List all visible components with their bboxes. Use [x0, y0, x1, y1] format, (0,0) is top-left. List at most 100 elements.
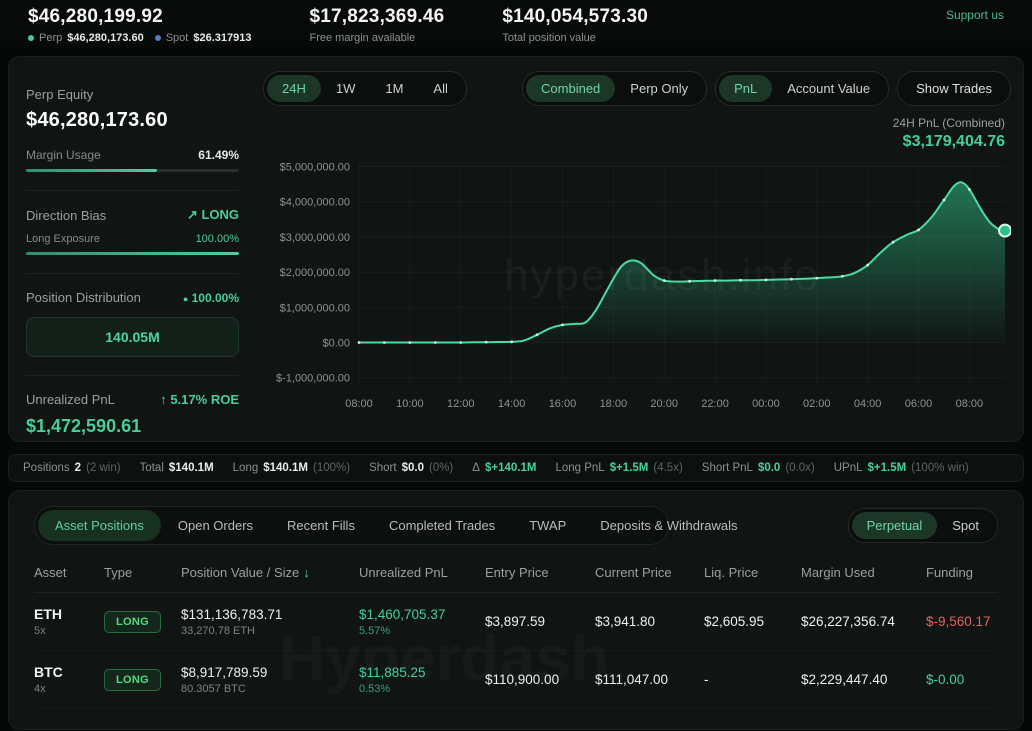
arrow-up-icon: ↑ — [160, 392, 167, 407]
summary-short-pnl: Short PnL $0.0 (0.0x) — [702, 462, 815, 474]
perp-equity-value: $46,280,173.60 — [26, 109, 239, 132]
pnl-area-chart-svg: $5,000,000.00 $4,000,000.00 $3,000,000.00 $… — [263, 153, 1011, 415]
headline-label: 24H PnL (Combined) — [263, 116, 1005, 130]
position-value: $8,917,789.59 — [181, 665, 359, 680]
svg-text:08:00: 08:00 — [345, 398, 373, 410]
pnl-chart-panel: 24H 1W 1M All Combined Perp Only PnL Acc… — [255, 57, 1025, 441]
col-unrealized-pnl[interactable]: Unrealized PnL — [359, 565, 485, 580]
svg-text:06:00: 06:00 — [905, 398, 933, 410]
svg-text:22:00: 22:00 — [701, 398, 729, 410]
col-entry-price[interactable]: Entry Price — [485, 565, 595, 580]
svg-text:$-1,000,000.00: $-1,000,000.00 — [276, 373, 350, 385]
unrealized-pnl-label: Unrealized PnL — [26, 392, 115, 407]
svg-text:14:00: 14:00 — [498, 398, 526, 410]
col-type[interactable]: Type — [104, 565, 181, 580]
long-badge: LONG — [104, 611, 161, 633]
col-position-value[interactable]: Position Value / Size↓ — [181, 565, 359, 580]
long-exposure-label: Long Exposure — [26, 233, 100, 245]
svg-text:$3,000,000.00: $3,000,000.00 — [280, 232, 350, 244]
long-exposure-value: 100.00% — [196, 233, 239, 245]
svg-text:$0.00: $0.00 — [322, 338, 350, 350]
metric-account-value-button[interactable]: Account Value — [772, 75, 885, 102]
trend-up-icon: ↗ — [187, 207, 198, 222]
row-upnl: $1,460,705.37 — [359, 607, 485, 622]
row-upnl-pct: 0.53% — [359, 683, 485, 695]
perp-equity-label: Perp Equity — [26, 87, 239, 102]
distribution-value: 140.05M — [105, 329, 159, 345]
tab-recent-fills[interactable]: Recent Fills — [270, 510, 372, 541]
current-price: $3,941.80 — [595, 614, 704, 629]
col-current-price[interactable]: Current Price — [595, 565, 704, 580]
svg-text:20:00: 20:00 — [650, 398, 678, 410]
svg-text:$4,000,000.00: $4,000,000.00 — [280, 197, 350, 209]
tab-deposits-withdrawals[interactable]: Deposits & Withdrawals — [583, 510, 754, 541]
metric-pnl-button[interactable]: PnL — [719, 75, 772, 102]
metric-toggle-group: PnL Account Value — [715, 71, 889, 106]
table-row-eth[interactable]: ETH 5x LONG $131,136,783.71 33,270.78 ET… — [34, 593, 998, 651]
account-value-stat: $46,280,199.92 Perp $46,280,173.60 Spot … — [28, 6, 251, 44]
svg-text:18:00: 18:00 — [600, 398, 628, 410]
distribution-dot-icon: ● — [183, 294, 188, 304]
positions-table-card: Hyperdash Asset Positions Open Orders Re… — [8, 490, 1024, 730]
col-asset[interactable]: Asset — [34, 565, 104, 580]
svg-text:02:00: 02:00 — [803, 398, 831, 410]
entry-price: $3,897.59 — [485, 614, 595, 629]
spot-dot-icon — [155, 35, 161, 41]
asset-leverage: 4x — [34, 683, 104, 695]
margin-usage-label: Margin Usage — [26, 148, 101, 162]
svg-text:10:00: 10:00 — [396, 398, 424, 410]
total-position-value: $140,054,573.30 — [502, 6, 648, 28]
pnl-chart[interactable]: hyperdash.info $5,000,000.00$4,000,000.0… — [263, 153, 1011, 420]
position-distribution-pct: 100.00% — [192, 291, 239, 305]
range-1w-button[interactable]: 1W — [321, 75, 371, 102]
unrealized-pnl-value: $1,472,590.61 — [26, 416, 239, 437]
col-liq-price[interactable]: Liq. Price — [704, 565, 801, 580]
scope-combined-button[interactable]: Combined — [526, 75, 615, 102]
account-value: $46,280,199.92 — [28, 6, 251, 28]
row-upnl-pct: 5.57% — [359, 625, 485, 637]
tab-asset-positions[interactable]: Asset Positions — [38, 510, 161, 541]
svg-text:$5,000,000.00: $5,000,000.00 — [280, 162, 350, 174]
show-trades-button[interactable]: Show Trades — [897, 71, 1011, 106]
summary-positions: Positions 2 (2 win) — [23, 462, 121, 474]
tab-twap[interactable]: TWAP — [512, 510, 583, 541]
range-1m-button[interactable]: 1M — [370, 75, 418, 102]
summary-long-pnl: Long PnL $+1.5M (4.5x) — [555, 462, 682, 474]
positions-tabs: Asset Positions Open Orders Recent Fills… — [34, 506, 669, 545]
perp-value: $46,280,173.60 — [67, 32, 143, 44]
tab-open-orders[interactable]: Open Orders — [161, 510, 270, 541]
summary-total: Total $140.1M — [140, 462, 214, 474]
position-distribution-label: Position Distribution — [26, 290, 141, 305]
asset-positions-table: Asset Type Position Value / Size↓ Unreal… — [34, 565, 998, 709]
support-us-link[interactable]: Support us — [946, 6, 1004, 22]
range-24h-button[interactable]: 24H — [267, 75, 321, 102]
sort-desc-icon: ↓ — [303, 565, 310, 580]
scope-toggle-group: Combined Perp Only — [522, 71, 707, 106]
perp-label: Perp — [39, 32, 62, 44]
market-perpetual-button[interactable]: Perpetual — [852, 512, 938, 539]
col-margin-used[interactable]: Margin Used — [801, 565, 926, 580]
overview-chart-card: Perp Equity $46,280,173.60 Margin Usage … — [8, 56, 1024, 442]
free-margin-label: Free margin available — [309, 32, 415, 44]
position-value: $131,136,783.71 — [181, 607, 359, 622]
col-funding[interactable]: Funding — [926, 565, 998, 580]
long-badge: LONG — [104, 669, 161, 691]
svg-text:$1,000,000.00: $1,000,000.00 — [280, 302, 350, 314]
long-exposure-bar — [26, 252, 239, 255]
tab-completed-trades[interactable]: Completed Trades — [372, 510, 512, 541]
divider — [26, 273, 239, 274]
margin-usage-value: 61.49% — [198, 148, 239, 162]
time-range-group: 24H 1W 1M All — [263, 71, 467, 106]
entry-price: $110,900.00 — [485, 672, 595, 687]
scope-perp-only-button[interactable]: Perp Only — [615, 75, 703, 102]
top-bar: $46,280,199.92 Perp $46,280,173.60 Spot … — [0, 0, 1032, 46]
chart-headline: 24H PnL (Combined) $3,179,404.76 — [263, 116, 1011, 151]
summary-long: Long $140.1M (100%) — [233, 462, 350, 474]
market-spot-button[interactable]: Spot — [937, 512, 994, 539]
summary-delta: Δ $+140.1M — [472, 462, 536, 474]
table-row-btc[interactable]: BTC 4x LONG $8,917,789.59 80.3057 BTC $1… — [34, 651, 998, 709]
positions-summary-bar: Positions 2 (2 win) Total $140.1M Long $… — [8, 454, 1024, 482]
account-overview-panel: Perp Equity $46,280,173.60 Margin Usage … — [9, 57, 255, 441]
margin-usage-bar — [26, 169, 239, 172]
range-all-button[interactable]: All — [418, 75, 462, 102]
